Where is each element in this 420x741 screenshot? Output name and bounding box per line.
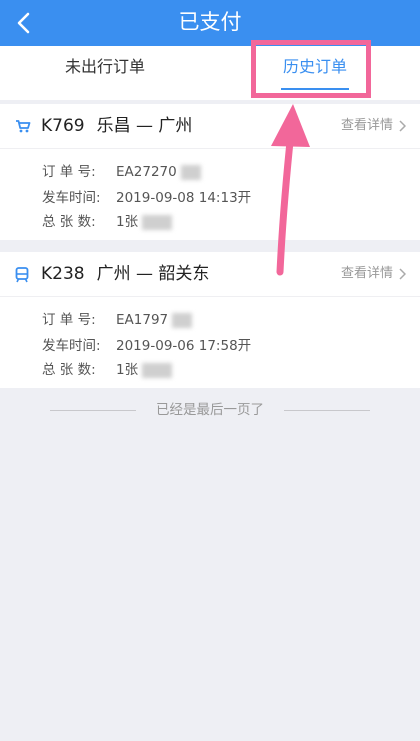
view-details-label: 查看详情 bbox=[340, 118, 393, 133]
divider bbox=[284, 410, 370, 411]
ticket-count-label: 总 张 数: bbox=[42, 362, 96, 378]
redacted-mark bbox=[142, 214, 173, 230]
train-number: K769 bbox=[41, 116, 85, 136]
ticket-count-value: 1张 bbox=[116, 362, 139, 378]
end-of-list-note: 已经是最后一页了 bbox=[0, 400, 420, 420]
order-card-header: K238 广州 — 韶关东 查看详情 bbox=[0, 252, 420, 296]
tab-upcoming-orders[interactable]: 未出行订单 bbox=[0, 46, 210, 100]
view-details-label: 查看详情 bbox=[340, 266, 393, 281]
depart-time-label: 发车时间: bbox=[42, 190, 101, 206]
chevron-left-icon bbox=[17, 12, 30, 34]
top-bar: 已支付 bbox=[0, 0, 420, 46]
ticket-count-row: 总 张 数: 1张 bbox=[42, 210, 173, 230]
order-number-value: EA1797 bbox=[116, 312, 169, 328]
chevron-right-icon bbox=[399, 267, 406, 280]
order-card[interactable]: K769 乐昌 — 广州 查看详情 订 单 号: EA27270 发车时间: 2019… bbox=[0, 104, 420, 240]
back-button[interactable] bbox=[0, 0, 46, 46]
tab-bar: 未出行订单 历史订单 bbox=[0, 46, 420, 100]
depart-time-value: 2019-09-08 14:13开 bbox=[116, 190, 252, 206]
depart-time-row: 发车时间: 2019-09-08 14:13开 bbox=[42, 186, 251, 206]
view-details-link[interactable]: 查看详情 bbox=[341, 252, 406, 296]
depart-time-value: 2019-09-06 17:58开 bbox=[116, 338, 252, 354]
order-card-header: K769 乐昌 — 广州 查看详情 bbox=[0, 104, 420, 148]
redacted-mark bbox=[142, 362, 173, 378]
train-route: K238 广州 — 韶关东 bbox=[41, 252, 209, 296]
ticket-count-label: 总 张 数: bbox=[42, 214, 96, 230]
redacted-mark bbox=[180, 164, 201, 180]
ticket-count-row: 总 张 数: 1张 bbox=[42, 358, 173, 378]
train-number: K238 bbox=[41, 264, 85, 284]
order-number-label: 订 单 号: bbox=[42, 312, 96, 328]
page-title: 已支付 bbox=[178, 10, 242, 34]
divider bbox=[0, 296, 420, 297]
divider bbox=[0, 148, 420, 149]
route-stations: 广州 — 韶关东 bbox=[96, 264, 210, 284]
order-number-value: EA27270 bbox=[116, 164, 177, 180]
order-number-row: 订 单 号: EA27270 bbox=[42, 160, 201, 180]
route-stations: 乐昌 — 广州 bbox=[96, 116, 193, 136]
depart-time-row: 发车时间: 2019-09-06 17:58开 bbox=[42, 334, 251, 354]
order-card[interactable]: K238 广州 — 韶关东 查看详情 订 单 号: EA1797 发车时间: 2019… bbox=[0, 252, 420, 388]
cart-icon bbox=[16, 120, 31, 133]
order-number-row: 订 单 号: EA1797 bbox=[42, 308, 193, 328]
active-tab-indicator bbox=[281, 88, 349, 90]
train-icon bbox=[15, 267, 29, 283]
order-number-label: 订 单 号: bbox=[42, 164, 96, 180]
depart-time-label: 发车时间: bbox=[42, 338, 101, 354]
redacted-mark bbox=[172, 312, 193, 328]
tab-history-orders[interactable]: 历史订单 bbox=[210, 46, 420, 100]
view-details-link[interactable]: 查看详情 bbox=[341, 104, 406, 148]
train-route: K769 乐昌 — 广州 bbox=[41, 104, 192, 148]
ticket-count-value: 1张 bbox=[116, 214, 139, 230]
chevron-right-icon bbox=[399, 119, 406, 132]
